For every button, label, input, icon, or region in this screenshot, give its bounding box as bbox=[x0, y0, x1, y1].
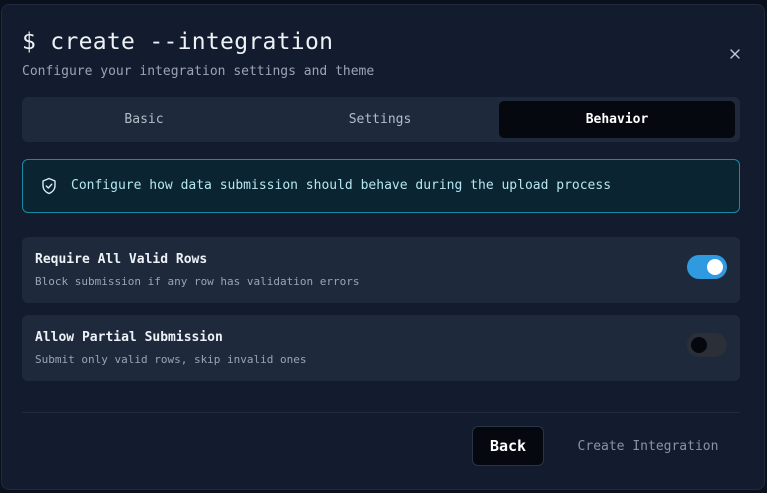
require-all-valid-rows-toggle[interactable] bbox=[687, 255, 727, 279]
option-require-all-valid-rows: Require All Valid Rows Block submission … bbox=[22, 237, 740, 303]
info-banner-text: Configure how data submission should beh… bbox=[71, 178, 612, 193]
tab-basic[interactable]: Basic bbox=[26, 101, 262, 138]
dialog-subtitle: Configure your integration settings and … bbox=[22, 64, 375, 79]
toggle-knob bbox=[707, 259, 723, 275]
option-description: Submit only valid rows, skip invalid one… bbox=[35, 353, 307, 366]
tab-settings[interactable]: Settings bbox=[262, 101, 498, 138]
back-button[interactable]: Back bbox=[472, 426, 544, 466]
option-allow-partial-submission: Allow Partial Submission Submit only val… bbox=[22, 315, 740, 381]
create-integration-dialog: $ create --integration Configure your in… bbox=[1, 4, 765, 490]
toggle-knob bbox=[691, 337, 707, 353]
allow-partial-submission-toggle[interactable] bbox=[687, 333, 727, 357]
shield-check-icon bbox=[42, 177, 56, 195]
option-description: Block submission if any row has validati… bbox=[35, 275, 360, 288]
tab-bar: Basic Settings Behavior bbox=[22, 97, 740, 142]
create-integration-button[interactable]: Create Integration bbox=[560, 426, 736, 466]
close-button[interactable] bbox=[726, 45, 744, 63]
option-label: Require All Valid Rows bbox=[35, 252, 208, 267]
option-label: Allow Partial Submission bbox=[35, 330, 223, 345]
tab-behavior[interactable]: Behavior bbox=[499, 101, 735, 138]
info-banner: Configure how data submission should beh… bbox=[22, 159, 740, 213]
dialog-title: $ create --integration bbox=[22, 29, 334, 55]
footer-divider bbox=[22, 412, 740, 413]
close-icon bbox=[730, 49, 740, 59]
